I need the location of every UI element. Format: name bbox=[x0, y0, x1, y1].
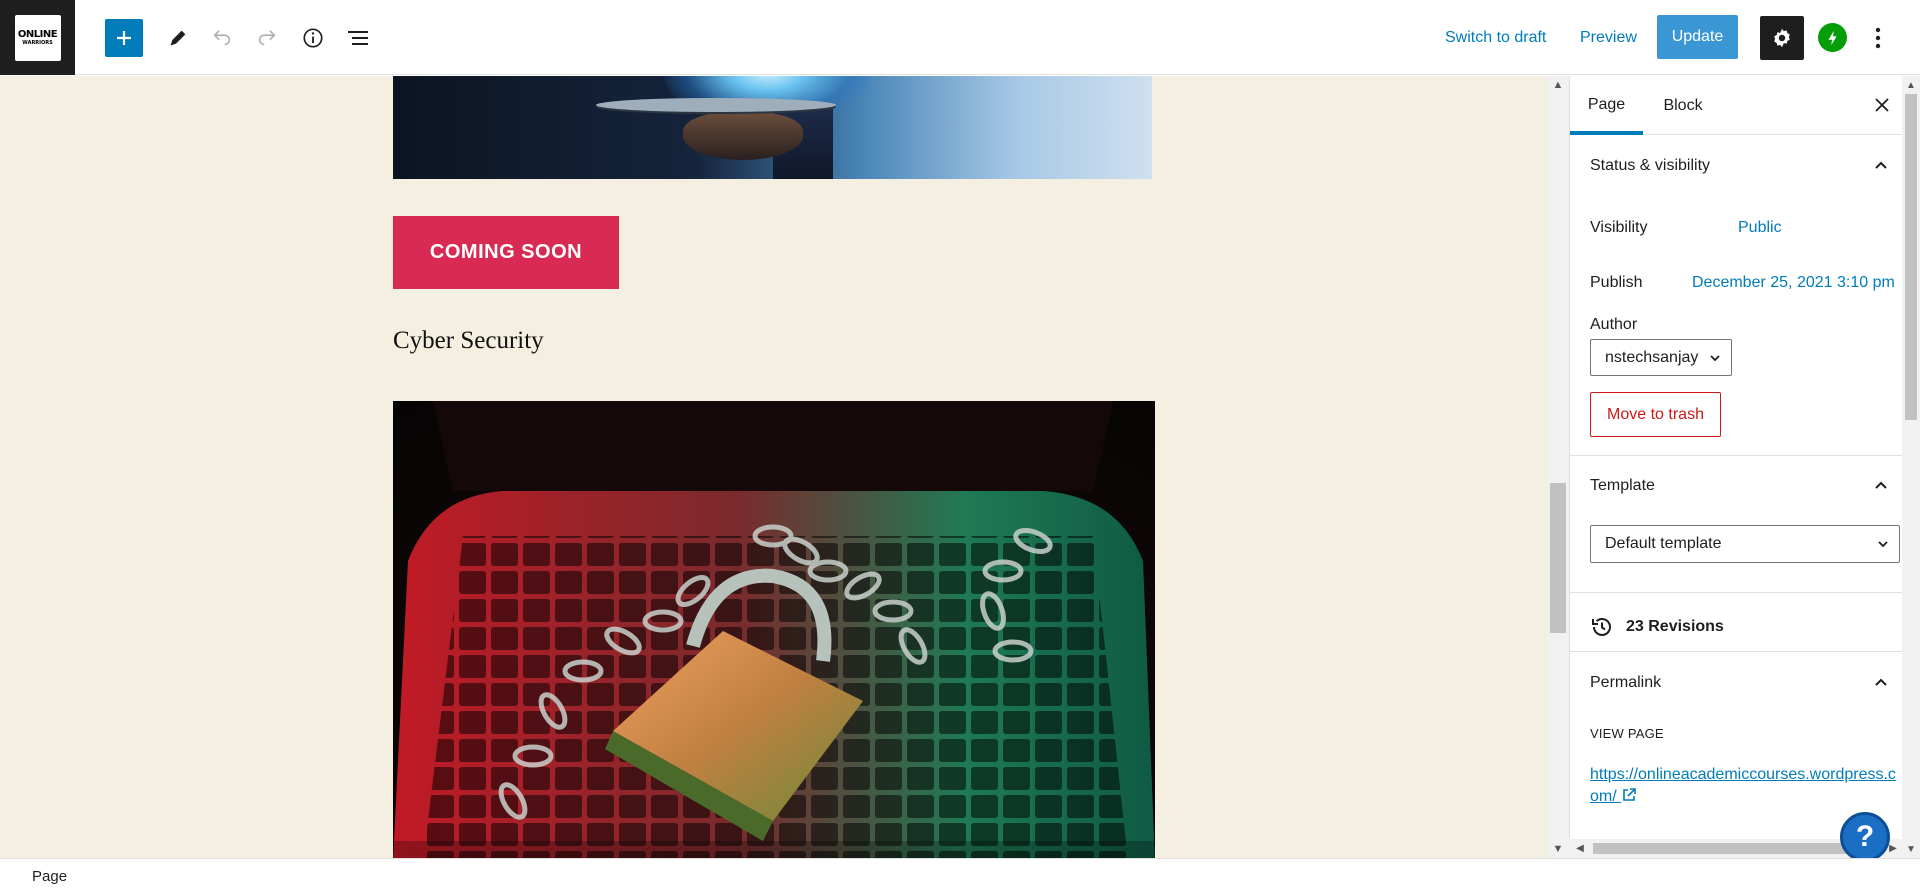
undo-button[interactable] bbox=[203, 19, 241, 57]
scroll-up-arrow[interactable]: ▲ bbox=[1547, 76, 1569, 94]
divider bbox=[1570, 651, 1902, 652]
list-view-button[interactable] bbox=[339, 19, 377, 57]
visibility-label: Visibility bbox=[1590, 219, 1648, 236]
image-tablet bbox=[596, 98, 836, 112]
plus-icon bbox=[117, 31, 131, 45]
chevron-up-icon bbox=[1875, 161, 1887, 169]
scroll-left-arrow[interactable]: ◀ bbox=[1571, 839, 1589, 858]
template-title: Template bbox=[1590, 477, 1655, 494]
author-select[interactable]: nstechsanjay bbox=[1590, 339, 1732, 376]
help-button[interactable]: ? bbox=[1840, 812, 1890, 862]
canvas-scrollbar[interactable]: ▲ ▼ bbox=[1547, 76, 1569, 858]
settings-button[interactable] bbox=[1760, 16, 1804, 60]
permalink-link[interactable]: https://onlineacademiccourses.wordpress.… bbox=[1590, 764, 1902, 808]
pencil-icon bbox=[170, 30, 186, 46]
sidebar-tabs: Page Block bbox=[1570, 76, 1902, 135]
site-logo[interactable]: ONLINE WARRIORS bbox=[0, 0, 75, 75]
external-link-icon bbox=[1623, 788, 1636, 801]
image-hand bbox=[683, 112, 803, 160]
image-block-laptop-lock[interactable] bbox=[393, 401, 1155, 858]
chevron-down-icon bbox=[1710, 355, 1720, 362]
logo-line-1: ONLINE bbox=[17, 28, 58, 40]
close-icon bbox=[1875, 98, 1889, 112]
template-select[interactable]: Default template bbox=[1590, 525, 1900, 563]
site-logo-badge: ONLINE WARRIORS bbox=[14, 14, 61, 61]
chevron-down-icon bbox=[1878, 541, 1888, 548]
permalink-title: Permalink bbox=[1590, 674, 1662, 691]
redo-button[interactable] bbox=[248, 19, 286, 57]
author-select-value: nstechsanjay bbox=[1605, 348, 1699, 366]
coming-soon-button-block[interactable]: COMING SOON bbox=[393, 216, 619, 289]
jetpack-button[interactable] bbox=[1818, 23, 1847, 52]
update-button[interactable]: Update bbox=[1657, 15, 1738, 59]
sidebar-vertical-scrollbar[interactable]: ▲ ▼ bbox=[1902, 76, 1920, 858]
canvas-scroll-thumb[interactable] bbox=[1550, 483, 1566, 633]
info-icon bbox=[303, 28, 323, 48]
logo-line-2: WARRIORS bbox=[22, 39, 53, 46]
visibility-value-button[interactable]: Public bbox=[1738, 219, 1782, 237]
scroll-down-arrow[interactable]: ▼ bbox=[1547, 840, 1569, 858]
cyber-security-paragraph[interactable]: Cyber Security bbox=[393, 327, 544, 355]
status-visibility-panel-toggle[interactable]: Status & visibility bbox=[1570, 136, 1902, 196]
move-to-trash-button[interactable]: Move to trash bbox=[1590, 392, 1721, 437]
jetpack-icon bbox=[1828, 30, 1837, 45]
publish-date-button[interactable]: December 25, 2021 3:10 pm bbox=[1692, 274, 1895, 292]
chevron-up-icon bbox=[1875, 678, 1887, 686]
template-panel-toggle[interactable]: Template bbox=[1570, 456, 1902, 516]
redo-icon bbox=[258, 30, 276, 46]
gear-icon bbox=[1774, 28, 1790, 48]
view-page-label: VIEW PAGE bbox=[1590, 726, 1664, 741]
scroll-up-arrow[interactable]: ▲ bbox=[1902, 76, 1920, 94]
permalink-panel-toggle[interactable]: Permalink bbox=[1570, 653, 1902, 713]
revisions-link[interactable]: 23 Revisions bbox=[1590, 612, 1724, 642]
more-vertical-icon bbox=[1875, 27, 1881, 49]
publish-label: Publish bbox=[1590, 274, 1643, 291]
close-settings-button[interactable] bbox=[1871, 94, 1893, 116]
status-visibility-title: Status & visibility bbox=[1590, 157, 1711, 174]
undo-icon bbox=[213, 30, 231, 46]
sidebar-hscroll-thumb[interactable] bbox=[1593, 843, 1848, 854]
chevron-up-icon bbox=[1875, 481, 1887, 489]
breadcrumb-page[interactable]: Page bbox=[32, 868, 67, 885]
details-button[interactable] bbox=[294, 19, 332, 57]
editor-header: ONLINE WARRIORS Switch to draft Preview … bbox=[0, 0, 1920, 75]
switch-to-draft-button[interactable]: Switch to draft bbox=[1445, 29, 1546, 47]
editor-canvas[interactable]: COMING SOON Cyber Security bbox=[0, 76, 1550, 858]
template-select-value: Default template bbox=[1605, 535, 1722, 552]
block-breadcrumb-bar: Page bbox=[0, 858, 1920, 890]
tab-page[interactable]: Page bbox=[1570, 76, 1643, 135]
options-menu-button[interactable] bbox=[1866, 20, 1890, 56]
settings-sidebar: Page Block Status & visibility Visibilit… bbox=[1569, 76, 1902, 858]
preview-button[interactable]: Preview bbox=[1580, 29, 1637, 47]
divider bbox=[1570, 592, 1902, 593]
tab-block[interactable]: Block bbox=[1643, 76, 1723, 135]
history-icon bbox=[1592, 618, 1611, 636]
laptop-lock-illustration bbox=[393, 401, 1155, 858]
revisions-label: 23 Revisions bbox=[1626, 618, 1724, 635]
image-block-tablet[interactable] bbox=[393, 76, 1152, 179]
sidebar-scroll-thumb[interactable] bbox=[1905, 94, 1917, 420]
add-block-button[interactable] bbox=[105, 19, 143, 57]
author-label: Author bbox=[1590, 316, 1638, 333]
scroll-down-arrow[interactable]: ▼ bbox=[1902, 840, 1920, 858]
tools-button[interactable] bbox=[159, 19, 197, 57]
list-view-icon bbox=[348, 31, 368, 45]
